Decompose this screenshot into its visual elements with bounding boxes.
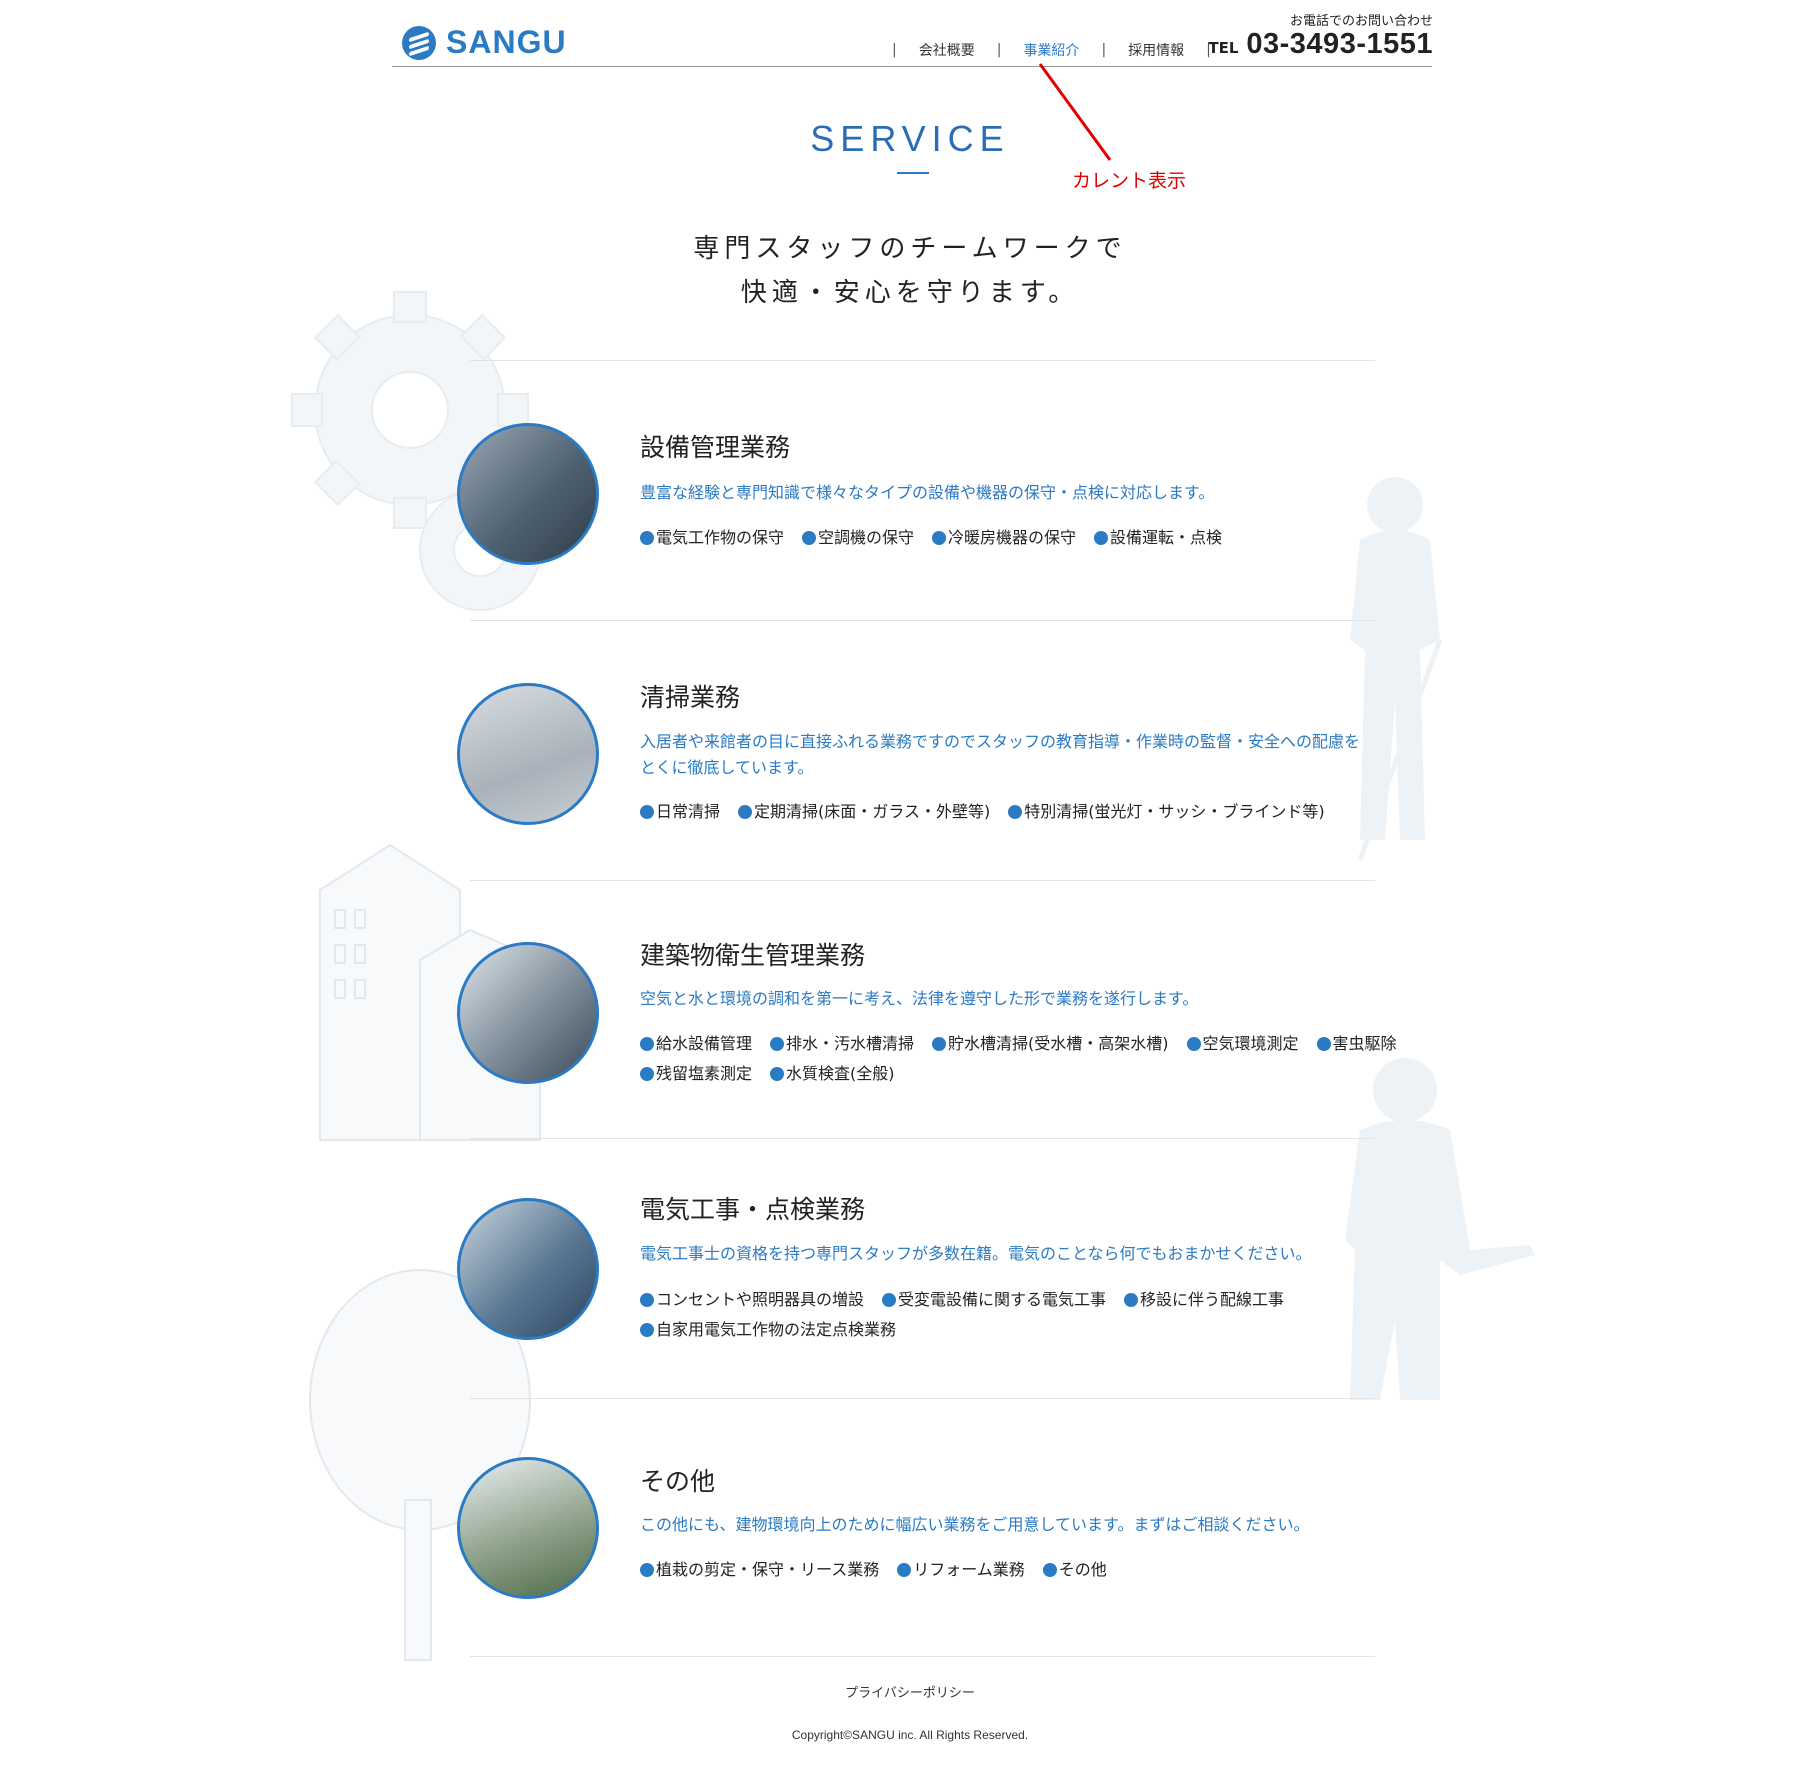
service-tags: 電気工作物の保守 空調機の保守 冷暖房機器の保守 設備運転・点検 (640, 523, 1400, 553)
service-tag: 受変電設備に関する電気工事 (882, 1285, 1106, 1315)
service-tag: リフォーム業務 (897, 1555, 1025, 1585)
section-divider (470, 620, 1375, 621)
service-tag: 空気環境測定 (1186, 1029, 1299, 1059)
service-desc: 入居者や来館者の目に直接ふれる業務ですのでスタッフの教育指導・作業時の監督・安全… (640, 732, 1361, 777)
privacy-policy-link[interactable]: プライバシーポリシー (0, 1682, 1820, 1701)
service-tag: 設備運転・点検 (1094, 523, 1222, 553)
service-tag: 特別清掃(蛍光灯・サッシ・ブラインド等) (1008, 797, 1325, 827)
service-tag: 空調機の保守 (802, 523, 914, 553)
service-tag: 定期清掃(床面・ガラス・外壁等) (738, 797, 990, 827)
lead-line-1: 専門スタッフのチームワークで (693, 234, 1127, 264)
annotation-arrow (1038, 63, 1112, 161)
service-photo-hygiene (457, 942, 599, 1084)
service-tag: 水質検査(全般) (770, 1059, 895, 1089)
service-desc: この他にも、建物環境向上のために幅広い業務をご用意しています。まずはご相談くださ… (640, 1515, 1310, 1534)
service-photo-other (457, 1457, 599, 1599)
worker-silhouette-illustration (1345, 477, 1535, 1400)
lead-line-2: 快適・安心を守ります。 (740, 278, 1080, 308)
service-tag: コンセントや照明器具の増設 (640, 1285, 864, 1315)
service-desc: 豊富な経験と専門知識で様々なタイプの設備や機器の保守・点検に対応します。 (640, 483, 1215, 502)
service-tag: 電気工作物の保守 (640, 523, 784, 553)
service-desc: 電気工事士の資格を持つ専門スタッフが多数在籍。電気のことなら何でもおまかせくださ… (640, 1244, 1312, 1263)
page-title: SERVICE (810, 118, 1010, 159)
service-tags: コンセントや照明器具の増設 受変電設備に関する電気工事 移設に伴う配線工事 自家… (640, 1285, 1400, 1345)
service-title: 電気工事・点検業務 (640, 1195, 866, 1224)
service-tag: 給水設備管理 (640, 1029, 752, 1059)
annotation-label: カレント表示 (1072, 170, 1187, 192)
section-divider (470, 1138, 1375, 1139)
title-underline (897, 172, 929, 174)
service-tag: 植栽の剪定・保守・リース業務 (640, 1555, 879, 1585)
service-photo-electrical (457, 1198, 599, 1340)
copyright: Copyright©SANGU inc. All Rights Reserved… (791, 1728, 1029, 1742)
service-title: その他 (640, 1467, 716, 1496)
service-tag: 残留塩素測定 (640, 1059, 752, 1089)
service-tag: 害虫駆除 (1316, 1029, 1397, 1059)
section-divider (470, 1656, 1375, 1657)
service-tags: 植栽の剪定・保守・リース業務 リフォーム業務 その他 (640, 1555, 1400, 1585)
service-tags: 日常清掃 定期清掃(床面・ガラス・外壁等) 特別清掃(蛍光灯・サッシ・ブラインド… (640, 797, 1400, 827)
service-tag: 自家用電気工作物の法定点検業務 (640, 1315, 896, 1345)
section-divider (470, 1398, 1375, 1399)
service-tag: 日常清掃 (640, 797, 720, 827)
service-desc: 空気と水と環境の調和を第一に考え、法律を遵守した形で業務を遂行します。 (640, 989, 1199, 1008)
section-divider (470, 880, 1375, 881)
service-tags: 給水設備管理 排水・汚水槽清掃 貯水槽清掃(受水槽・高架水槽) 空気環境測定 害… (640, 1029, 1400, 1089)
section-divider (470, 360, 1375, 361)
service-title: 建築物衛生管理業務 (640, 941, 866, 970)
service-tag: 冷暖房機器の保守 (932, 523, 1076, 553)
service-tag: 排水・汚水槽清掃 (770, 1029, 914, 1059)
service-tag: その他 (1042, 1555, 1107, 1585)
service-title: 清掃業務 (640, 683, 741, 712)
service-title: 設備管理業務 (640, 433, 791, 462)
service-tag: 移設に伴う配線工事 (1124, 1285, 1284, 1315)
service-photo-facility (457, 423, 599, 565)
service-tag: 貯水槽清掃(受水槽・高架水槽) (932, 1029, 1169, 1059)
service-photo-cleaning (457, 683, 599, 825)
